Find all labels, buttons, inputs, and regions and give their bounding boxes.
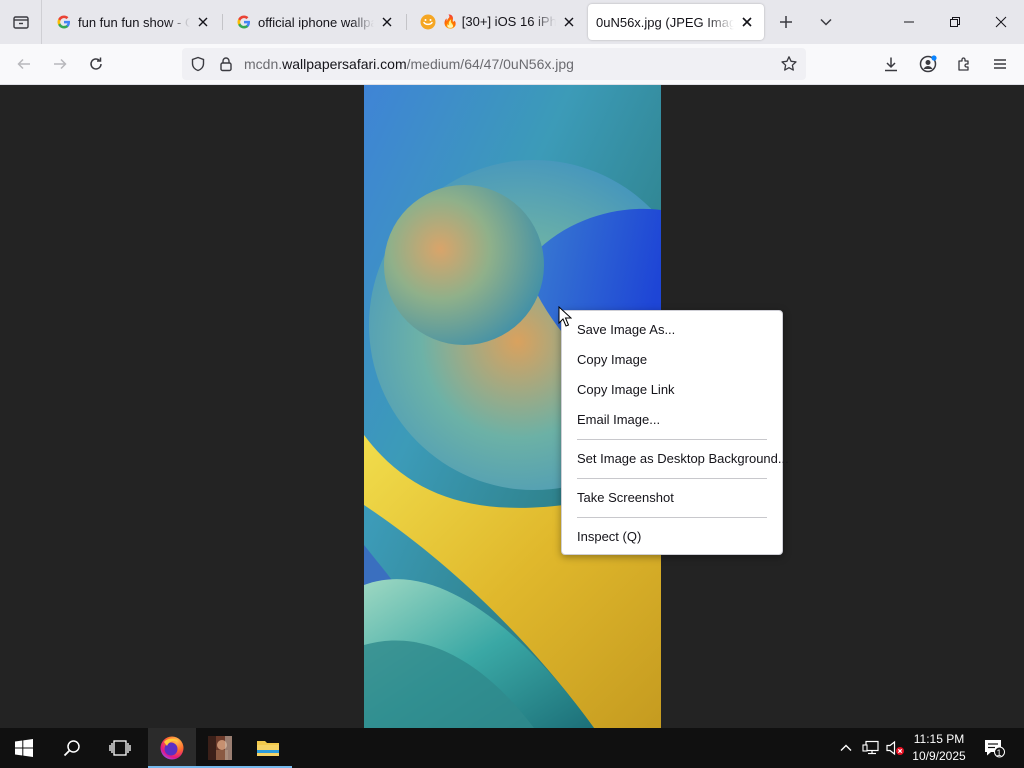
minimize-button[interactable]	[888, 0, 930, 44]
app-menu-button[interactable]	[984, 48, 1016, 80]
menu-item-save-image-as[interactable]: Save Image As...	[562, 315, 782, 345]
plus-icon	[780, 16, 792, 28]
menu-separator	[562, 513, 782, 522]
account-icon	[919, 55, 937, 73]
lock-icon[interactable]	[218, 56, 234, 77]
close-icon[interactable]	[738, 13, 756, 31]
tab-3[interactable]: 🔥 [30+] iOS 16 iPhone	[408, 4, 586, 40]
navigation-toolbar: mcdn.wallpapersafari.com/medium/64/47/0u…	[0, 44, 1024, 85]
tab-title: 🔥 [30+] iOS 16 iPhone	[442, 14, 556, 29]
taskbar-file-explorer[interactable]	[244, 728, 292, 768]
page-content: Save Image As... Copy Image Copy Image L…	[0, 85, 1024, 728]
menu-item-inspect[interactable]: Inspect (Q)	[562, 522, 782, 552]
volume-button[interactable]	[883, 728, 907, 768]
tab-4-active[interactable]: 0uN56x.jpg (JPEG Image, 4	[588, 4, 764, 40]
photo-thumbnail-icon	[208, 736, 232, 760]
forward-arrow-icon	[54, 58, 67, 70]
menu-item-take-screenshot[interactable]: Take Screenshot	[562, 483, 782, 513]
url-domain: wallpapersafari.com	[282, 56, 407, 72]
image-context-menu: Save Image As... Copy Image Copy Image L…	[561, 310, 789, 555]
windows-taskbar: 11:15 PM 10/9/2025 1	[0, 728, 1024, 768]
wallpapersafari-icon	[420, 14, 436, 30]
downloads-button[interactable]	[875, 48, 907, 80]
back-arrow-icon	[17, 58, 30, 70]
firefox-icon	[160, 736, 184, 760]
account-button[interactable]	[912, 48, 944, 80]
reload-button[interactable]	[80, 48, 112, 80]
search-icon	[63, 740, 80, 757]
close-icon[interactable]	[378, 13, 396, 31]
restore-icon	[950, 17, 960, 27]
tab-list-icon	[12, 16, 29, 29]
chevron-up-icon	[840, 744, 852, 751]
start-button[interactable]	[0, 728, 48, 768]
notification-count: 1	[996, 748, 1002, 758]
taskbar-clock[interactable]: 11:15 PM 10/9/2025	[906, 731, 972, 765]
list-all-tabs-button[interactable]	[0, 0, 42, 44]
url-path: /medium/64/47/0uN56x.jpg	[406, 56, 574, 72]
chevron-down-icon	[820, 18, 832, 26]
google-icon	[236, 14, 252, 30]
url-text[interactable]: mcdn.wallpapersafari.com/medium/64/47/0u…	[244, 48, 574, 80]
puzzle-piece-icon	[958, 57, 969, 71]
back-button[interactable]	[8, 48, 40, 80]
hamburger-menu-icon	[994, 59, 1006, 69]
close-icon	[995, 16, 1007, 28]
tab-1[interactable]: fun fun fun show - Goo	[44, 4, 220, 40]
reload-icon	[90, 57, 102, 70]
tab-title: official iphone wallpaper	[258, 14, 374, 30]
menu-item-copy-image-link[interactable]: Copy Image Link	[562, 375, 782, 405]
list-tabs-button[interactable]	[806, 0, 846, 44]
menu-separator	[562, 474, 782, 483]
close-icon[interactable]	[560, 13, 578, 31]
tab-title: fun fun fun show - Goo	[78, 14, 190, 30]
minimize-icon	[904, 21, 914, 23]
menu-item-copy-image[interactable]: Copy Image	[562, 345, 782, 375]
menu-item-email-image[interactable]: Email Image...	[562, 405, 782, 435]
task-view-button[interactable]	[96, 728, 144, 768]
tab-title: 0uN56x.jpg (JPEG Image, 4	[596, 14, 734, 30]
new-tab-button[interactable]	[766, 0, 806, 44]
close-window-button[interactable]	[980, 0, 1022, 44]
bookmark-star-icon[interactable]	[780, 55, 798, 78]
google-icon	[56, 14, 72, 30]
network-button[interactable]	[859, 728, 883, 768]
search-button[interactable]	[48, 728, 96, 768]
windows-logo-icon	[15, 739, 33, 757]
url-prefix: mcdn.	[244, 56, 283, 72]
network-icon	[862, 740, 879, 755]
action-center-button[interactable]: 1	[980, 728, 1008, 768]
restore-button[interactable]	[934, 0, 976, 44]
menu-separator	[562, 435, 782, 444]
folder-icon	[257, 741, 279, 756]
url-bar[interactable]: mcdn.wallpapersafari.com/medium/64/47/0u…	[182, 48, 806, 80]
mouse-pointer-icon	[558, 306, 572, 327]
volume-muted-icon	[886, 740, 904, 756]
extensions-button[interactable]	[948, 48, 980, 80]
download-icon	[885, 57, 897, 72]
forward-button[interactable]	[44, 48, 76, 80]
taskbar-firefox[interactable]	[148, 728, 196, 768]
clock-time: 11:15 PM	[913, 732, 965, 746]
show-hidden-icons-button[interactable]	[834, 728, 858, 768]
taskbar-photo-app[interactable]	[196, 728, 244, 768]
tab-separator	[222, 14, 223, 30]
clock-date: 10/9/2025	[912, 749, 966, 763]
menu-item-set-desktop-background[interactable]: Set Image as Desktop Background...	[562, 444, 789, 474]
tab-strip: fun fun fun show - Goo official iphone w…	[0, 0, 1024, 44]
close-icon[interactable]	[194, 13, 212, 31]
tab-separator	[406, 14, 407, 30]
tracking-protection-shield-icon[interactable]	[190, 56, 206, 77]
tab-2[interactable]: official iphone wallpaper	[224, 4, 404, 40]
task-view-icon	[109, 740, 131, 756]
